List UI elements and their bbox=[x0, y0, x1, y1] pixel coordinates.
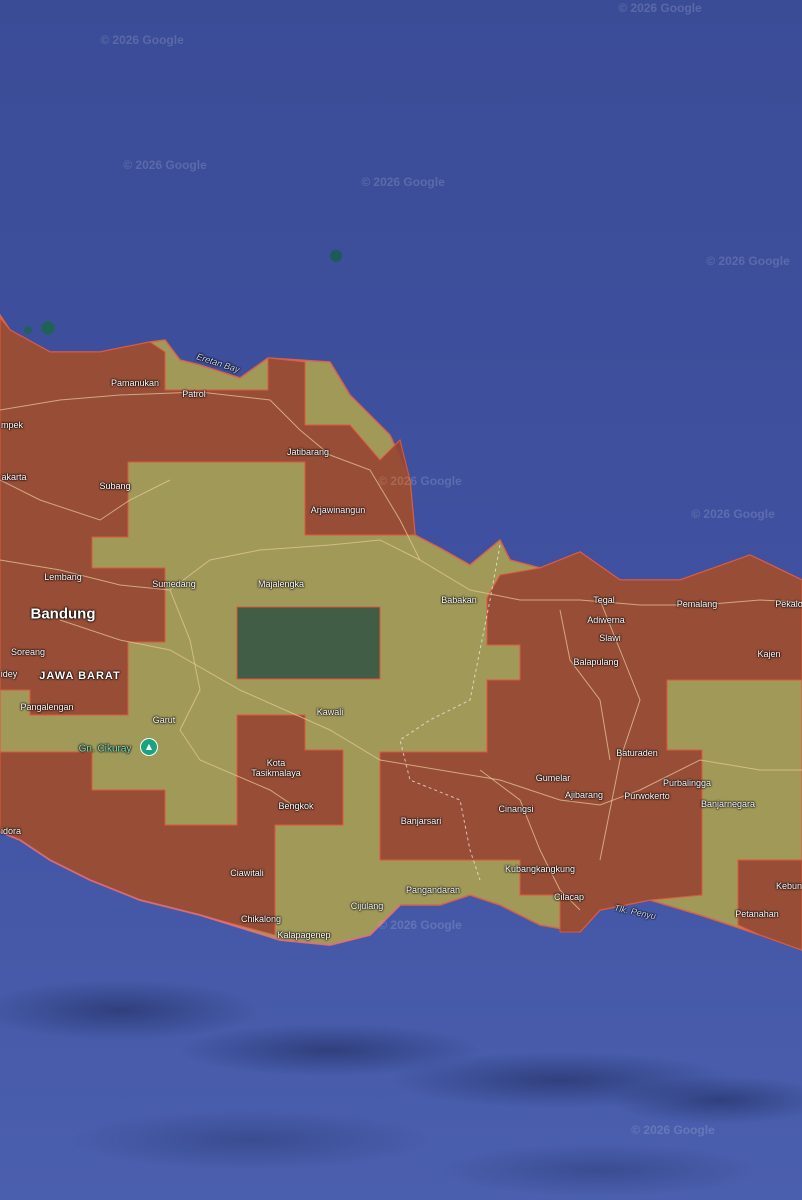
mountain-icon[interactable]: ▲ bbox=[140, 738, 158, 756]
place-label[interactable]: Adiwerna bbox=[587, 615, 625, 625]
place-label[interactable]: Pekalo bbox=[775, 599, 802, 609]
watermark: © 2026 Google bbox=[100, 33, 184, 47]
place-label[interactable]: Jatibarang bbox=[287, 447, 329, 457]
place-label[interactable]: Ciawitali bbox=[230, 868, 264, 878]
watermark: © 2026 Google bbox=[378, 918, 462, 932]
island bbox=[330, 250, 342, 262]
city-label[interactable]: Bandung bbox=[31, 606, 96, 623]
place-label[interactable]: Chikalong bbox=[241, 914, 281, 924]
place-label[interactable]: mpek bbox=[1, 420, 23, 430]
poi-label[interactable]: Gn. Cikuray bbox=[79, 744, 132, 755]
place-label[interactable]: Slawi bbox=[599, 633, 621, 643]
watermark: © 2026 Google bbox=[123, 158, 207, 172]
place-label[interactable]: Purwokerto bbox=[624, 791, 670, 801]
place-label[interactable]: Pangalengan bbox=[20, 702, 73, 712]
place-label[interactable]: Ajibarang bbox=[565, 790, 603, 800]
satellite-map[interactable]: © 2026 Google © 2026 Google © 2026 Googl… bbox=[0, 0, 802, 1200]
place-label[interactable]: Kota Tasikmalaya bbox=[246, 758, 306, 778]
watermark: © 2026 Google bbox=[361, 175, 445, 189]
place-label[interactable]: Kawali bbox=[317, 707, 344, 717]
place-label[interactable]: Pangandaran bbox=[406, 885, 460, 895]
place-label[interactable]: Subang bbox=[99, 481, 130, 491]
place-label[interactable]: Kalapagenep bbox=[277, 930, 330, 940]
place-label[interactable]: Tegal bbox=[593, 595, 615, 605]
place-label[interactable]: Purbalingga bbox=[663, 778, 711, 788]
place-label[interactable]: Soreang bbox=[11, 647, 45, 657]
place-label[interactable]: akarta bbox=[1, 472, 26, 482]
place-label[interactable]: Patrol bbox=[182, 389, 206, 399]
place-label[interactable]: idey bbox=[1, 669, 18, 679]
place-label[interactable]: Kajen bbox=[757, 649, 780, 659]
place-label[interactable]: Banjarnegara bbox=[701, 799, 755, 809]
place-label[interactable]: Babakan bbox=[441, 595, 477, 605]
watermark: © 2026 Google bbox=[691, 507, 775, 521]
place-label[interactable]: Bengkok bbox=[278, 801, 313, 811]
place-label[interactable]: Cijulang bbox=[351, 901, 384, 911]
place-label[interactable]: Gumelar bbox=[536, 773, 571, 783]
place-label[interactable]: Kebun bbox=[776, 881, 802, 891]
place-label[interactable]: Cinangsi bbox=[498, 804, 533, 814]
region-label: JAWA BARAT bbox=[39, 670, 121, 682]
place-label[interactable]: Cilacap bbox=[554, 892, 584, 902]
place-label[interactable]: Balapulang bbox=[573, 657, 618, 667]
place-label[interactable]: Arjawinangun bbox=[311, 505, 366, 515]
watermark: © 2026 Google bbox=[378, 474, 462, 488]
island bbox=[41, 321, 55, 335]
place-label[interactable]: Baturaden bbox=[616, 748, 658, 758]
place-label[interactable]: Garut bbox=[153, 715, 176, 725]
watermark: © 2026 Google bbox=[706, 254, 790, 268]
place-label[interactable]: Sumedang bbox=[152, 579, 196, 589]
place-label[interactable]: Petanahan bbox=[735, 909, 779, 919]
place-label[interactable]: idora bbox=[1, 826, 21, 836]
place-label[interactable]: Majalengka bbox=[258, 579, 304, 589]
place-label[interactable]: Lembang bbox=[44, 572, 82, 582]
place-label[interactable]: Pamanukan bbox=[111, 378, 159, 388]
place-label[interactable]: Pemalang bbox=[677, 599, 718, 609]
watermark: © 2026 Google bbox=[631, 1123, 715, 1137]
island bbox=[24, 326, 32, 334]
watermark: © 2026 Google bbox=[618, 1, 702, 15]
place-label[interactable]: Banjarsari bbox=[401, 816, 442, 826]
place-label[interactable]: Kubangkangkung bbox=[505, 864, 575, 874]
